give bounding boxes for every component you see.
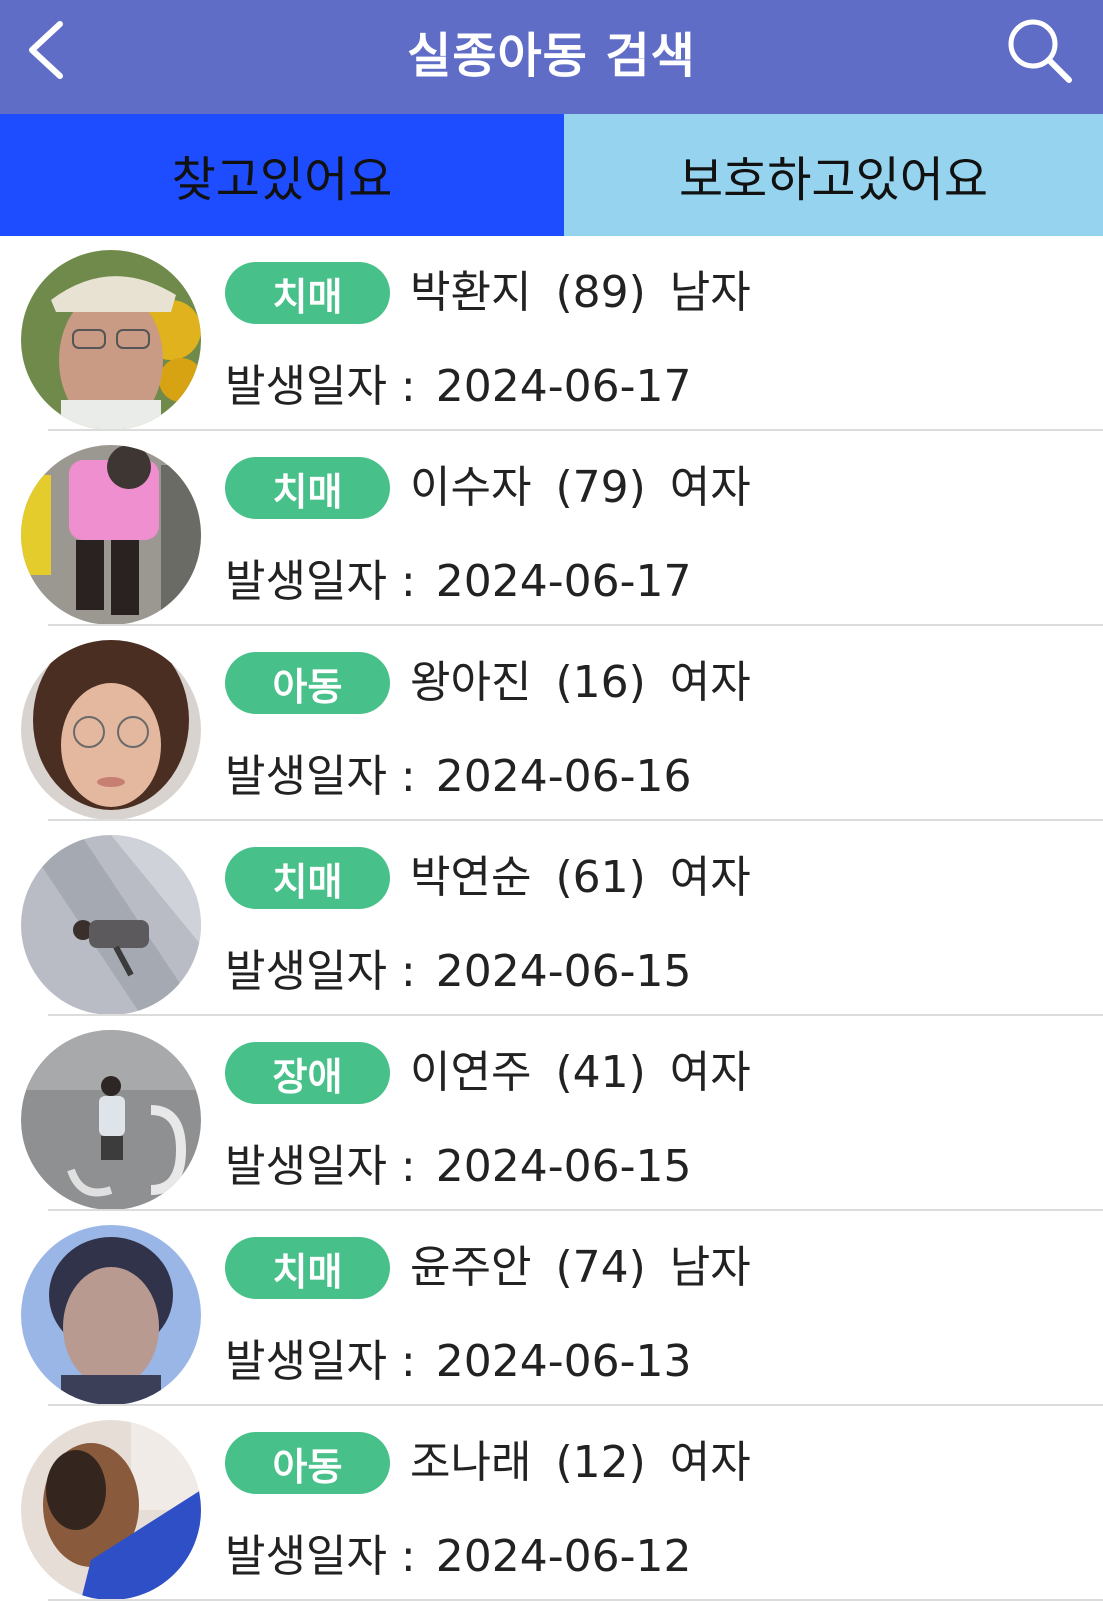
list-item[interactable]: 아동 왕아진 (16) 여자 발생일자 : 2024-06-16	[0, 626, 1103, 821]
list-item[interactable]: 장애 이연주 (41) 여자 발생일자 : 2024-06-15	[0, 1016, 1103, 1211]
person-gender: 여자	[669, 1437, 751, 1488]
search-icon	[1008, 19, 1072, 83]
date-value: 2024-06-17	[435, 361, 692, 412]
date-value: 2024-06-12	[435, 1531, 692, 1582]
person-gender: 남자	[669, 1242, 751, 1293]
avatar	[21, 835, 201, 1015]
tab-searching[interactable]: 찾고있어요	[0, 114, 564, 236]
person-name: 이연주	[410, 1047, 532, 1098]
category-badge: 아동	[225, 1432, 390, 1494]
person-info: 이수자 (79) 여자	[410, 455, 775, 521]
avatar	[21, 640, 201, 820]
avatar	[21, 1225, 201, 1405]
person-gender: 남자	[669, 267, 751, 318]
date-label: 발생일자 :	[225, 556, 416, 607]
person-name: 왕아진	[410, 657, 532, 708]
person-name: 이수자	[410, 462, 532, 513]
occurrence-date: 발생일자 : 2024-06-16	[225, 744, 691, 810]
person-age: (89)	[555, 267, 646, 318]
list-item[interactable]: 치매 박연순 (61) 여자 발생일자 : 2024-06-15	[0, 821, 1103, 1016]
person-info: 윤주안 (74) 남자	[410, 1235, 775, 1301]
tab-bar: 찾고있어요 보호하고있어요	[0, 114, 1103, 236]
category-badge: 아동	[225, 652, 390, 714]
person-gender: 여자	[669, 657, 751, 708]
category-badge: 치매	[225, 1237, 390, 1299]
avatar	[21, 250, 201, 430]
category-badge: 장애	[225, 1042, 390, 1104]
person-age: (12)	[555, 1437, 646, 1488]
date-value: 2024-06-13	[435, 1336, 692, 1387]
date-value: 2024-06-15	[435, 946, 692, 997]
person-name: 박연순	[410, 852, 532, 903]
person-info: 박환지 (89) 남자	[410, 260, 775, 326]
person-name: 박환지	[410, 267, 532, 318]
list-item[interactable]: 치매 박환지 (89) 남자 발생일자 : 2024-06-17	[0, 236, 1103, 431]
missing-person-list: 치매 박환지 (89) 남자 발생일자 : 2024-06-17 치매 이수자 (79)…	[0, 236, 1103, 1601]
date-label: 발생일자 :	[225, 1336, 416, 1387]
person-age: (74)	[555, 1242, 646, 1293]
category-badge: 치매	[225, 847, 390, 909]
date-label: 발생일자 :	[225, 361, 416, 412]
date-value: 2024-06-17	[435, 556, 692, 607]
person-info: 박연순 (61) 여자	[410, 845, 775, 911]
person-info: 왕아진 (16) 여자	[410, 650, 775, 716]
person-age: (16)	[555, 657, 646, 708]
list-item[interactable]: 아동 조나래 (12) 여자 발생일자 : 2024-06-12	[0, 1406, 1103, 1601]
occurrence-date: 발생일자 : 2024-06-15	[225, 1134, 691, 1200]
person-gender: 여자	[669, 852, 751, 903]
date-value: 2024-06-15	[435, 1141, 692, 1192]
page-title: 실종아동 검색	[407, 28, 696, 84]
app-header: 실종아동 검색	[0, 0, 1103, 114]
date-label: 발생일자 :	[225, 1141, 416, 1192]
date-label: 발생일자 :	[225, 946, 416, 997]
person-gender: 여자	[669, 462, 751, 513]
date-label: 발생일자 :	[225, 751, 416, 802]
avatar	[21, 1030, 201, 1210]
list-item[interactable]: 치매 윤주안 (74) 남자 발생일자 : 2024-06-13	[0, 1211, 1103, 1406]
occurrence-date: 발생일자 : 2024-06-17	[225, 354, 691, 420]
date-label: 발생일자 :	[225, 1531, 416, 1582]
person-gender: 여자	[669, 1047, 751, 1098]
tab-protecting[interactable]: 보호하고있어요	[564, 114, 1103, 236]
person-info: 조나래 (12) 여자	[410, 1430, 775, 1496]
date-value: 2024-06-16	[435, 751, 692, 802]
category-badge: 치매	[225, 457, 390, 519]
occurrence-date: 발생일자 : 2024-06-15	[225, 939, 691, 1005]
person-age: (61)	[555, 852, 646, 903]
category-badge: 치매	[225, 262, 390, 324]
search-button[interactable]	[1005, 16, 1075, 86]
divider	[48, 1599, 1103, 1601]
avatar	[21, 1420, 201, 1600]
list-item[interactable]: 치매 이수자 (79) 여자 발생일자 : 2024-06-17	[0, 431, 1103, 626]
occurrence-date: 발생일자 : 2024-06-17	[225, 549, 691, 615]
person-name: 조나래	[410, 1437, 532, 1488]
person-info: 이연주 (41) 여자	[410, 1040, 775, 1106]
occurrence-date: 발생일자 : 2024-06-12	[225, 1524, 691, 1590]
person-age: (79)	[555, 462, 646, 513]
occurrence-date: 발생일자 : 2024-06-13	[225, 1329, 691, 1395]
person-age: (41)	[555, 1047, 646, 1098]
avatar	[21, 445, 201, 625]
person-name: 윤주안	[410, 1242, 532, 1293]
